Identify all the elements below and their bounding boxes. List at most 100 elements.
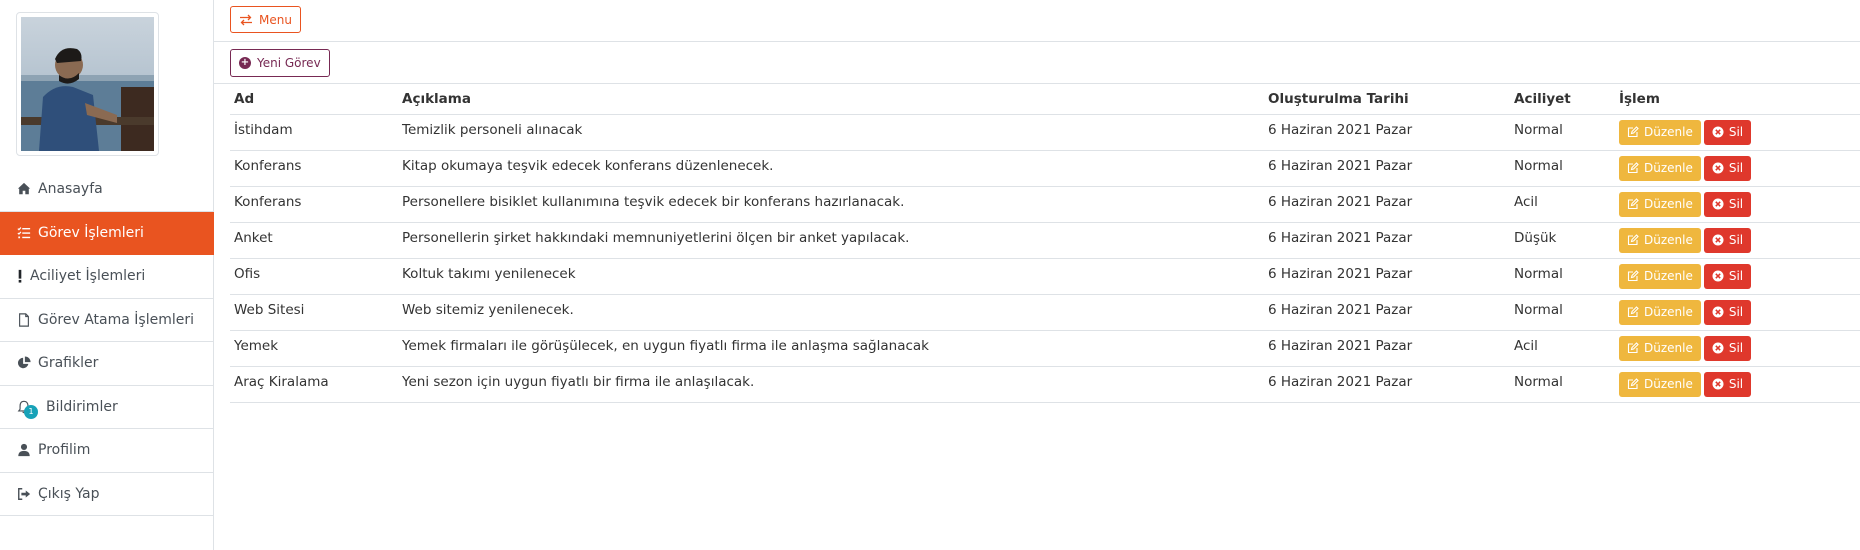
task-name-cell: Yemek [230,330,398,367]
sidebar-item-label: Anasayfa [38,181,103,198]
column-header-actions: İşlem [1615,84,1860,115]
profile-photo [16,12,159,156]
task-urgency-cell: Normal [1510,258,1615,295]
delete-button[interactable]: Sil [1703,299,1752,325]
task-urgency-cell: Normal [1510,366,1615,403]
edit-button[interactable]: Düzenle [1619,119,1701,145]
delete-button[interactable]: Sil [1703,155,1752,181]
table-row: Konferans Kitap okumaya teşvik edecek ko… [230,150,1860,187]
task-description-cell: Personellerin şirket hakkındaki memnuniy… [398,222,1264,259]
edit-icon [1627,270,1639,282]
sidebar-item-label: Aciliyet İşlemleri [30,268,146,285]
edit-icon [1627,342,1639,354]
sidebar-item-label: Grafikler [38,355,99,372]
delete-label: Sil [1728,125,1744,139]
task-name-cell: Konferans [230,186,398,223]
new-task-label: Yeni Görev [257,56,321,70]
sidebar-item-urgency[interactable]: Aciliyet İşlemleri [0,255,214,299]
delete-label: Sil [1728,341,1744,355]
edit-button[interactable]: Düzenle [1619,227,1701,253]
edit-icon [1627,234,1639,246]
delete-button[interactable]: Sil [1703,263,1752,289]
column-header-created-date: Oluşturulma Tarihi [1264,84,1510,115]
table-header-row: Ad Açıklama Oluşturulma Tarihi Aciliyet … [230,84,1860,115]
task-name-cell: Araç Kiralama [230,366,398,403]
edit-button[interactable]: Düzenle [1619,155,1701,181]
table-row: Anket Personellerin şirket hakkındaki me… [230,222,1860,259]
task-actions-cell: Düzenle Sil [1615,186,1860,223]
edit-button[interactable]: Düzenle [1619,335,1701,361]
edit-button[interactable]: Düzenle [1619,299,1701,325]
exclamation-icon [16,268,24,284]
sidebar-item-label: Bildirimler [46,398,118,415]
task-urgency-cell: Acil [1510,186,1615,223]
task-actions-cell: Düzenle Sil [1615,150,1860,187]
delete-button[interactable]: Sil [1703,371,1752,397]
delete-button[interactable]: Sil [1703,119,1752,145]
table-row: İstihdam Temizlik personeli alınacak 6 H… [230,114,1860,151]
notification-count-badge: 1 [24,404,38,419]
column-header-name: Ad [230,84,398,115]
task-actions-cell: Düzenle Sil [1615,222,1860,259]
edit-label: Düzenle [1644,197,1693,211]
edit-label: Düzenle [1644,377,1693,391]
task-urgency-cell: Normal [1510,114,1615,151]
new-task-button[interactable]: + Yeni Görev [230,49,330,77]
sidebar-item-logout[interactable]: Çıkış Yap [0,473,214,516]
task-date-cell: 6 Haziran 2021 Pazar [1264,366,1510,403]
times-circle-icon [1712,378,1724,390]
edit-icon [1627,126,1639,138]
table-row: Yemek Yemek firmaları ile görüşülecek, e… [230,330,1860,367]
sidebar-nav: Anasayfa Görev İşlemleri Aciliyet İşleml… [0,168,214,516]
plus-circle-icon: + [239,57,251,69]
sidebar-item-profile[interactable]: Profilim [0,429,214,473]
task-urgency-cell: Düşük [1510,222,1615,259]
sidebar-item-label: Profilim [38,442,91,459]
delete-label: Sil [1728,161,1744,175]
edit-icon [1627,162,1639,174]
delete-button[interactable]: Sil [1703,191,1752,217]
edit-label: Düzenle [1644,233,1693,247]
task-description-cell: Personellere bisiklet kullanımına teşvik… [398,186,1264,223]
edit-label: Düzenle [1644,125,1693,139]
menu-toggle-button[interactable]: Menu [230,6,301,33]
task-description-cell: Yemek firmaları ile görüşülecek, en uygu… [398,330,1264,367]
task-description-cell: Yeni sezon için uygun fiyatlı bir firma … [398,366,1264,403]
edit-button[interactable]: Düzenle [1619,191,1701,217]
edit-icon [1627,306,1639,318]
task-date-cell: 6 Haziran 2021 Pazar [1264,150,1510,187]
sidebar: Anasayfa Görev İşlemleri Aciliyet İşleml… [0,0,214,550]
edit-button[interactable]: Düzenle [1619,263,1701,289]
sidebar-item-assignments[interactable]: Görev Atama İşlemleri [0,299,214,342]
task-description-cell: Web sitemiz yenilenecek. [398,294,1264,331]
delete-label: Sil [1728,269,1744,283]
task-table-body: İstihdam Temizlik personeli alınacak 6 H… [230,114,1860,403]
delete-button[interactable]: Sil [1703,227,1752,253]
pie-chart-icon [16,355,32,371]
sidebar-item-label: Çıkış Yap [38,485,100,502]
task-urgency-cell: Normal [1510,294,1615,331]
edit-label: Düzenle [1644,305,1693,319]
task-description-cell: Temizlik personeli alınacak [398,114,1264,151]
edit-label: Düzenle [1644,161,1693,175]
edit-button[interactable]: Düzenle [1619,371,1701,397]
table-row: Ofis Koltuk takımı yenilenecek 6 Haziran… [230,258,1860,295]
times-circle-icon [1712,270,1724,282]
table-row: Konferans Personellere bisiklet kullanım… [230,186,1860,223]
sidebar-item-tasks[interactable]: Görev İşlemleri [0,211,214,255]
delete-button[interactable]: Sil [1703,335,1752,361]
sidebar-item-label: Görev Atama İşlemleri [38,311,194,328]
delete-label: Sil [1728,377,1744,391]
task-date-cell: 6 Haziran 2021 Pazar [1264,222,1510,259]
sidebar-item-label: Görev İşlemleri [38,224,144,241]
times-circle-icon [1712,198,1724,210]
task-date-cell: 6 Haziran 2021 Pazar [1264,186,1510,223]
sidebar-item-home[interactable]: Anasayfa [0,168,214,212]
task-actions-cell: Düzenle Sil [1615,366,1860,403]
task-name-cell: Ofis [230,258,398,295]
user-icon [16,442,32,458]
home-icon [16,181,32,197]
sidebar-item-notifications[interactable]: 1 Bildirimler [0,386,214,429]
sidebar-item-charts[interactable]: Grafikler [0,342,214,386]
task-name-cell: İstihdam [230,114,398,151]
